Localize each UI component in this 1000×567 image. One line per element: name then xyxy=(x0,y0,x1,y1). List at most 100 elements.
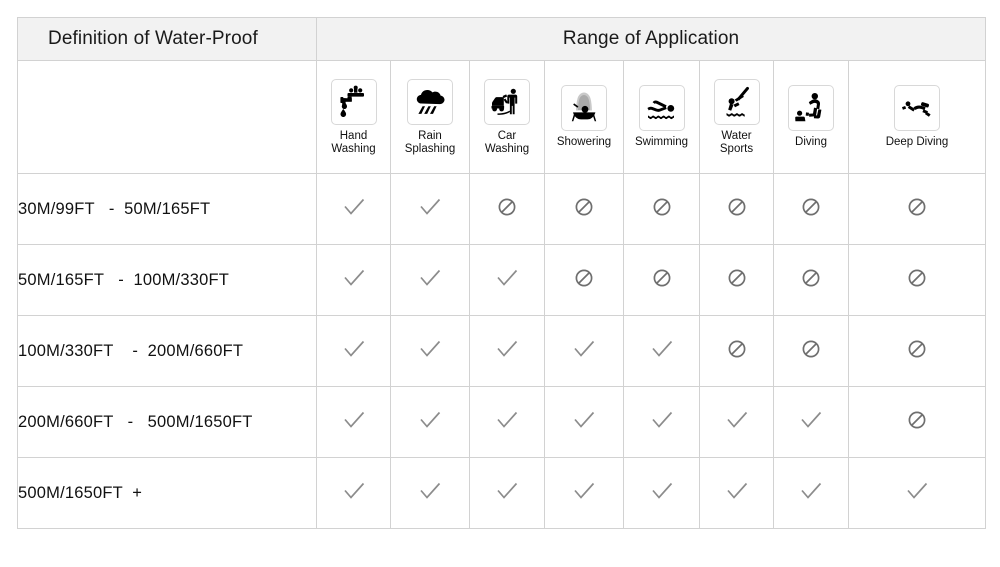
rating-cell xyxy=(469,173,545,245)
column-header-swimming: Swimming xyxy=(623,60,700,174)
water-proof-table: Definition of Water-Proof Range of Appli… xyxy=(17,17,987,529)
not-allowed-icon xyxy=(652,197,672,217)
not-allowed-icon xyxy=(801,197,821,217)
depth-range-cell: 200M/660FT - 500M/1650FT xyxy=(17,386,317,458)
rating-cell xyxy=(847,315,987,387)
rating-cell xyxy=(623,173,700,245)
column-header-label: Car Washing xyxy=(484,130,530,155)
not-allowed-icon xyxy=(727,268,747,288)
check-mark-icon xyxy=(798,407,824,433)
faucet-hand-washing-icon xyxy=(330,79,377,125)
check-mark-icon xyxy=(571,407,597,433)
rating-cell xyxy=(469,315,545,387)
not-allowed-icon xyxy=(652,268,672,288)
water-sports-diver-icon xyxy=(713,79,760,125)
rating-cell xyxy=(390,386,470,458)
rating-cell xyxy=(469,386,545,458)
table-title-row: Definition of Water-Proof Range of Appli… xyxy=(17,17,987,61)
rating-cell xyxy=(847,244,987,316)
rating-cell xyxy=(773,244,849,316)
not-allowed-icon xyxy=(497,197,517,217)
column-header-label: Water Sports xyxy=(719,130,754,155)
column-header-showering: Showering xyxy=(544,60,624,174)
swimming-icon xyxy=(638,85,685,132)
check-mark-icon xyxy=(571,336,597,362)
rating-cell xyxy=(623,457,700,529)
not-allowed-icon xyxy=(574,197,594,217)
column-header-water-sports-diver: Water Sports xyxy=(699,60,774,174)
column-header-rain-cloud-splashing: Rain Splashing xyxy=(390,60,470,174)
check-mark-icon xyxy=(798,478,824,504)
check-mark-icon xyxy=(571,478,597,504)
check-mark-icon xyxy=(649,478,675,504)
column-header-label: Showering xyxy=(556,136,612,149)
column-header-car-washing: Car Washing xyxy=(469,60,545,174)
rating-cell xyxy=(544,315,624,387)
column-header-label: Rain Splashing xyxy=(404,130,456,155)
rating-cell xyxy=(773,173,849,245)
rating-cell xyxy=(316,244,391,316)
column-header-diving: Diving xyxy=(773,60,849,174)
rating-cell xyxy=(699,173,774,245)
table-row: 50M/165FT - 100M/330FT xyxy=(17,244,987,316)
check-mark-icon xyxy=(494,336,520,362)
check-mark-icon xyxy=(417,478,443,504)
water-resistance-chart: Definition of Water-Proof Range of Appli… xyxy=(0,0,1000,567)
deep-diving-scuba-icon xyxy=(894,85,941,132)
showering-icon xyxy=(561,85,607,132)
rating-cell xyxy=(773,315,849,387)
range-of-application-title-cell: Range of Application xyxy=(315,17,987,61)
check-mark-icon xyxy=(724,407,750,433)
table-row: 200M/660FT - 500M/1650FT xyxy=(17,386,987,458)
rating-cell xyxy=(544,457,624,529)
not-allowed-icon xyxy=(907,410,927,430)
rating-cell xyxy=(699,244,774,316)
check-mark-icon xyxy=(341,336,367,362)
column-header-row: Hand Washing Rain Splashing Car Washing … xyxy=(17,60,987,174)
not-allowed-icon xyxy=(907,339,927,359)
column-header-label: Swimming xyxy=(634,136,689,149)
car-washing-icon xyxy=(484,79,530,125)
not-allowed-icon xyxy=(801,339,821,359)
rating-cell xyxy=(847,386,987,458)
rating-cell xyxy=(469,244,545,316)
rating-cell xyxy=(699,315,774,387)
rating-cell xyxy=(544,386,624,458)
rating-cell xyxy=(773,386,849,458)
rating-cell xyxy=(847,173,987,245)
not-allowed-icon xyxy=(727,339,747,359)
header-spacer-cell xyxy=(17,60,317,174)
rating-cell xyxy=(390,457,470,529)
rating-cell xyxy=(699,386,774,458)
check-mark-icon xyxy=(494,265,520,291)
not-allowed-icon xyxy=(574,268,594,288)
rating-cell xyxy=(623,244,700,316)
check-mark-icon xyxy=(417,265,443,291)
rating-cell xyxy=(390,315,470,387)
check-mark-icon xyxy=(341,478,367,504)
rating-cell xyxy=(773,457,849,529)
rating-cell xyxy=(544,244,624,316)
not-allowed-icon xyxy=(907,268,927,288)
not-allowed-icon xyxy=(801,268,821,288)
depth-range-cell: 500M/1650FT + xyxy=(17,457,317,529)
column-header-faucet-hand-washing: Hand Washing xyxy=(316,60,391,174)
diving-icon xyxy=(788,85,834,132)
check-mark-icon xyxy=(649,407,675,433)
rain-cloud-splashing-icon xyxy=(407,79,453,125)
table-row: 100M/330FT - 200M/660FT xyxy=(17,315,987,387)
depth-range-cell: 30M/99FT - 50M/165FT xyxy=(17,173,317,245)
check-mark-icon xyxy=(341,265,367,291)
check-mark-icon xyxy=(417,194,443,220)
rating-cell xyxy=(316,386,391,458)
rating-cell xyxy=(316,315,391,387)
check-mark-icon xyxy=(904,478,930,504)
table-row: 500M/1650FT + xyxy=(17,457,987,529)
not-allowed-icon xyxy=(727,197,747,217)
check-mark-icon xyxy=(724,478,750,504)
check-mark-icon xyxy=(341,407,367,433)
check-mark-icon xyxy=(417,407,443,433)
check-mark-icon xyxy=(649,336,675,362)
not-allowed-icon xyxy=(907,197,927,217)
depth-range-cell: 100M/330FT - 200M/660FT xyxy=(17,315,317,387)
